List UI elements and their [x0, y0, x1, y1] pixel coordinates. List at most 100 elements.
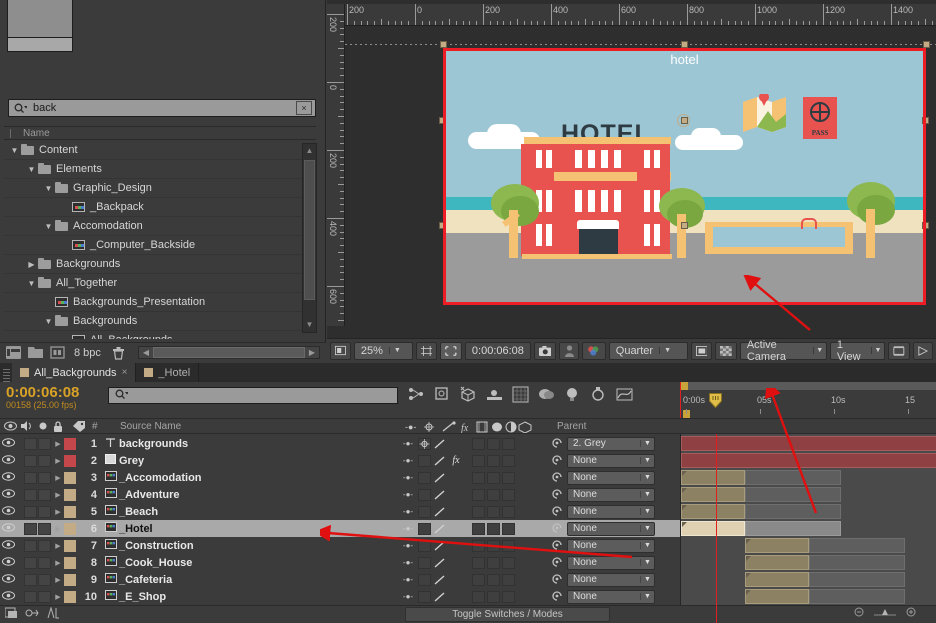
layer-duration-bar[interactable] [745, 538, 809, 553]
quality-switch[interactable] [433, 506, 446, 518]
parent-pickwhip-icon[interactable] [550, 590, 563, 603]
layer-trim-bar[interactable] [809, 538, 905, 553]
frame-blend-switch[interactable] [472, 505, 485, 518]
layer-twirl-icon[interactable]: ▶ [52, 559, 64, 567]
work-area-start-handle[interactable] [681, 382, 688, 390]
new-folder-icon[interactable] [28, 346, 43, 359]
adjustment-switch[interactable] [502, 471, 515, 484]
layer-label-color[interactable] [64, 522, 76, 535]
shy-switch[interactable]: -●- [400, 558, 416, 567]
new-composition-icon[interactable] [50, 346, 65, 359]
bit-depth-label[interactable]: 8 bpc [74, 347, 101, 359]
motion-blur-switch[interactable] [487, 454, 500, 467]
collapse-switch[interactable] [418, 437, 431, 450]
project-tree-item[interactable]: Backgrounds_Presentation [4, 293, 304, 312]
work-area-bar[interactable] [681, 382, 936, 390]
layer-trim-bar[interactable] [809, 572, 905, 587]
grid-guides-icon[interactable] [415, 341, 438, 360]
quality-switch[interactable] [433, 489, 446, 501]
layer-visibility-icon[interactable] [0, 556, 17, 569]
quality-switch[interactable] [433, 438, 446, 450]
zoom-out-icon[interactable] [854, 607, 866, 621]
collapse-switch[interactable] [418, 454, 431, 467]
quality-switch[interactable] [433, 523, 446, 535]
parent-pickwhip-icon[interactable] [550, 522, 563, 535]
layer-solo-toggle[interactable] [38, 590, 51, 603]
adjustment-switch[interactable] [502, 556, 515, 569]
selection-handle[interactable] [681, 41, 688, 48]
frame-blend-switch[interactable] [472, 556, 485, 569]
layer-name[interactable]: backgrounds [119, 438, 188, 450]
twirl-open-icon[interactable]: ▼ [42, 222, 55, 231]
twirl-open-icon[interactable]: ▼ [25, 279, 38, 288]
layer-duration-bar[interactable] [681, 504, 745, 519]
motion-blur-switch[interactable] [487, 590, 500, 603]
layer-label-color[interactable] [64, 454, 76, 467]
snapshot-icon[interactable] [533, 341, 557, 360]
graph-editor-icon[interactable] [512, 386, 529, 403]
zoom-select[interactable]: 25% ▼ [353, 341, 413, 360]
shy-switch[interactable]: -●- [400, 473, 416, 482]
collapse-switch[interactable] [418, 573, 431, 586]
selection-handle[interactable] [922, 117, 929, 124]
layer-audio-toggle[interactable] [24, 522, 37, 535]
always-preview-icon[interactable] [330, 341, 351, 360]
motion-blur-switch[interactable] [487, 522, 500, 535]
layer-solo-toggle[interactable] [38, 437, 51, 450]
composition-mini-flowchart-icon[interactable] [408, 386, 425, 403]
layer-label-color[interactable] [64, 488, 76, 501]
parent-pickwhip-icon[interactable] [550, 471, 563, 484]
shy-switch[interactable]: -●- [400, 524, 416, 533]
motion-blur-icon[interactable] [486, 386, 503, 403]
comp-timecode[interactable]: 0:00:06:08 [464, 341, 531, 360]
layer-audio-toggle[interactable] [24, 573, 37, 586]
parent-pickwhip-icon[interactable] [550, 454, 563, 467]
channels-icon[interactable] [582, 341, 606, 360]
parent-select[interactable]: None ▼ [567, 453, 655, 468]
quality-switch[interactable] [433, 557, 446, 569]
selection-handle[interactable] [922, 222, 929, 229]
parent-pickwhip-icon[interactable] [550, 539, 563, 552]
show-snapshot-icon[interactable] [559, 341, 580, 360]
shy-switch[interactable]: -●- [400, 541, 416, 550]
layer-twirl-icon[interactable]: ▶ [52, 525, 64, 533]
layer-audio-toggle[interactable] [24, 488, 37, 501]
project-horizontal-scrollbar[interactable]: ◀ ▶ [137, 346, 320, 359]
layer-name[interactable]: _Hotel [119, 523, 153, 535]
draft-3d-icon[interactable] [434, 386, 451, 403]
layer-twirl-icon[interactable]: ▶ [52, 593, 64, 601]
parent-pickwhip-icon[interactable] [550, 488, 563, 501]
layer-trim-bar[interactable] [745, 504, 841, 519]
frame-blend-switch[interactable] [472, 590, 485, 603]
layer-visibility-icon[interactable] [0, 471, 17, 484]
timeline-zoom-slider[interactable] [874, 607, 896, 621]
adjustment-switch[interactable] [502, 437, 515, 450]
selection-handle[interactable] [440, 41, 447, 48]
parent-select[interactable]: None ▼ [567, 589, 655, 604]
adjustment-switch[interactable] [502, 573, 515, 586]
motion-blur-switch[interactable] [487, 539, 500, 552]
shy-switch[interactable]: -●- [400, 490, 416, 499]
timeline-layer-bars[interactable] [680, 434, 936, 623]
selection-handle[interactable] [681, 222, 688, 229]
layer-visibility-icon[interactable] [0, 539, 17, 552]
layer-label-color[interactable] [64, 573, 76, 586]
project-tree-item[interactable]: ▼ All_Together [4, 274, 304, 293]
adjustment-switch[interactable] [502, 539, 515, 552]
project-tree-item[interactable]: ▶ Backgrounds [4, 255, 304, 274]
layer-solo-toggle[interactable] [38, 454, 51, 467]
layer-visibility-icon[interactable] [0, 590, 17, 603]
motion-blur-switch[interactable] [487, 505, 500, 518]
adjustment-switch[interactable] [502, 488, 515, 501]
layer-trim-bar[interactable] [745, 470, 841, 485]
project-search-field[interactable]: back × [8, 99, 316, 117]
shy-switch[interactable]: -●- [400, 439, 416, 448]
parent-select[interactable]: None ▼ [567, 504, 655, 519]
clear-search-icon[interactable]: × [296, 101, 312, 115]
motion-blur-switch[interactable] [487, 437, 500, 450]
quality-switch[interactable] [433, 591, 446, 603]
layer-label-color[interactable] [64, 471, 76, 484]
layer-visibility-icon[interactable] [0, 522, 17, 535]
collapse-switch[interactable] [418, 556, 431, 569]
scrollbar-thumb[interactable] [304, 160, 315, 300]
